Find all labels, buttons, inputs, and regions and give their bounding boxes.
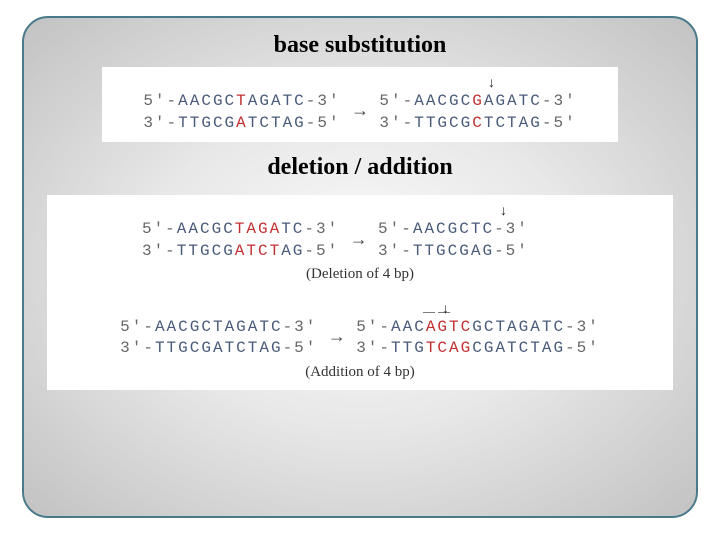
deletion-marker: ↓ [65,205,655,219]
deletion-caption: (Deletion of 4 bp) [65,264,655,284]
addition-marker: __ __ ↓ [65,303,655,317]
deletion-addition-block: ↓ 5'-AACGCTAGATC-3' 3'-TTGCGATCTAG-5' → … [47,195,673,390]
seq-line: 5'-AACGCGAGATC-3' [379,91,576,113]
arrow-icon: → [351,229,366,253]
arrow-icon: → [329,326,344,350]
substitution-row: 5'-AACGCTAGATC-3' 3'-TTGCGATCTAG-5' → 5'… [120,91,600,134]
arrow-icon: → [353,100,368,124]
deletion-row: 5'-AACGCTAGATC-3' 3'-TTGCGATCTAG-5' → 5'… [65,219,655,262]
seq-line: 3'-TTGCGATCTAG-5' [120,338,317,360]
seq-line: 3'-TTGCGATCTAG-5' [142,241,339,263]
slide: base substitution ↓ 5'-AACGCTAGATC-3' 3'… [0,0,720,540]
deletion-left: 5'-AACGCTAGATC-3' 3'-TTGCGATCTAG-5' [142,219,339,262]
deletion-right: 5'-AACGCTC-3' 3'-TTGCGAG-5' [378,219,578,262]
seq-line: 5'-AACAGTCGCTAGATC-3' [356,317,600,339]
panel: base substitution ↓ 5'-AACGCTAGATC-3' 3'… [22,16,698,518]
substitution-right: 5'-AACGCGAGATC-3' 3'-TTGCGCTCTAG-5' [379,91,576,134]
seq-line: 3'-TTGCGCTCTAG-5' [379,113,576,135]
addition-right: 5'-AACAGTCGCTAGATC-3' 3'-TTGTCAGCGATCTAG… [356,317,600,360]
seq-line: 5'-AACGCTAGATC-3' [143,91,340,113]
substitution-left: 5'-AACGCTAGATC-3' 3'-TTGCGATCTAG-5' [143,91,340,134]
seq-line: 5'-AACGCTAGATC-3' [120,317,317,339]
seq-line: 5'-AACGCTC-3' [378,219,529,241]
addition-left: 5'-AACGCTAGATC-3' 3'-TTGCGATCTAG-5' [120,317,317,360]
seq-line: 3'-TTGCGATCTAG-5' [143,113,340,135]
heading-substitution: base substitution [274,32,447,59]
seq-line: 5'-AACGCTAGATC-3' [142,219,339,241]
substitution-marker: ↓ [120,77,600,91]
substitution-block: ↓ 5'-AACGCTAGATC-3' 3'-TTGCGATCTAG-5' → … [102,67,618,142]
addition-caption: (Addition of 4 bp) [65,362,655,382]
heading-deletion-addition: deletion / addition [267,154,452,181]
seq-line: 3'-TTGTCAGCGATCTAG-5' [356,338,600,360]
addition-row: 5'-AACGCTAGATC-3' 3'-TTGCGATCTAG-5' → 5'… [65,317,655,360]
seq-line: 3'-TTGCGAG-5' [378,241,529,263]
separator [65,285,655,303]
